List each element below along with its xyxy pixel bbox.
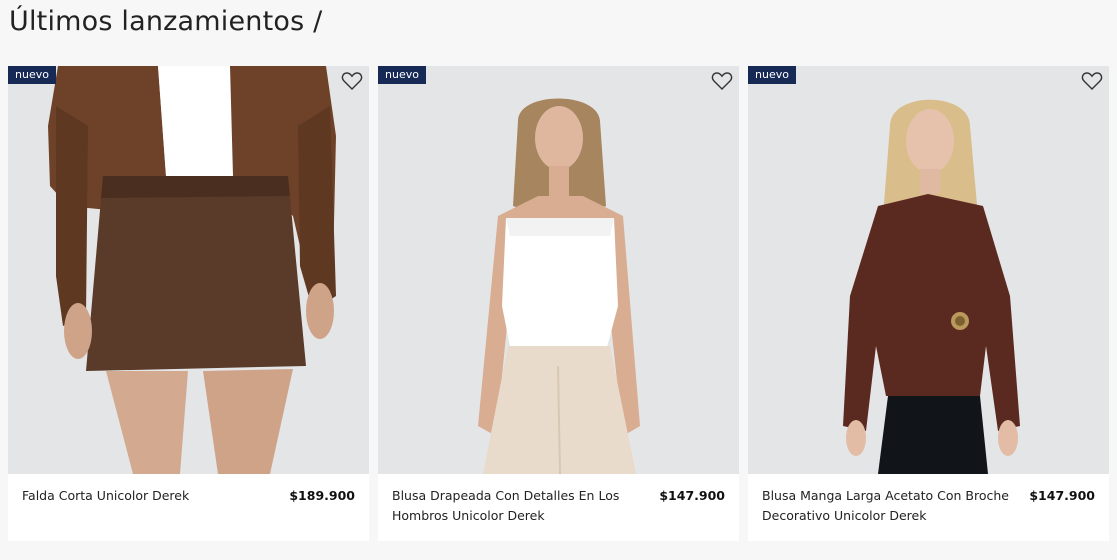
- product-info: Blusa Drapeada Con Detalles En Los Hombr…: [392, 486, 725, 526]
- product-name[interactable]: Blusa Manga Larga Acetato Con Broche Dec…: [762, 486, 1029, 526]
- section-title: Últimos lanzamientos /: [9, 6, 323, 37]
- product-name[interactable]: Blusa Drapeada Con Detalles En Los Hombr…: [392, 486, 659, 526]
- product-image[interactable]: nuevo: [8, 66, 369, 474]
- product-image[interactable]: nuevo: [378, 66, 739, 474]
- product-photo-draped-blouse: [378, 66, 739, 474]
- product-price: $147.900: [1029, 488, 1095, 503]
- product-card[interactable]: nuevo Falda Corta Unicolor Derek $189.90…: [8, 66, 369, 541]
- product-card[interactable]: nuevo Blusa Drapeada Con Detalles En Los…: [378, 66, 739, 541]
- product-info: Falda Corta Unicolor Derek $189.900: [22, 486, 355, 506]
- heart-outline-icon[interactable]: [341, 71, 363, 91]
- product-price: $147.900: [659, 488, 725, 503]
- new-badge: nuevo: [748, 66, 796, 84]
- new-badge: nuevo: [8, 66, 56, 84]
- new-badge: nuevo: [378, 66, 426, 84]
- product-photo-long-sleeve-blouse: [748, 66, 1109, 474]
- heart-outline-icon[interactable]: [711, 71, 733, 91]
- product-card[interactable]: nuevo Blusa Manga Larga Acetato Con Broc…: [748, 66, 1109, 541]
- product-info: Blusa Manga Larga Acetato Con Broche Dec…: [762, 486, 1095, 526]
- latest-releases-page: Últimos lanzamientos / nuevo Falda Corta…: [0, 0, 1117, 560]
- heart-outline-icon[interactable]: [1081, 71, 1103, 91]
- product-name[interactable]: Falda Corta Unicolor Derek: [22, 486, 189, 506]
- product-price: $189.900: [289, 488, 355, 503]
- product-photo-skirt: [8, 66, 369, 474]
- product-image[interactable]: nuevo: [748, 66, 1109, 474]
- product-grid: nuevo Falda Corta Unicolor Derek $189.90…: [8, 66, 1109, 541]
